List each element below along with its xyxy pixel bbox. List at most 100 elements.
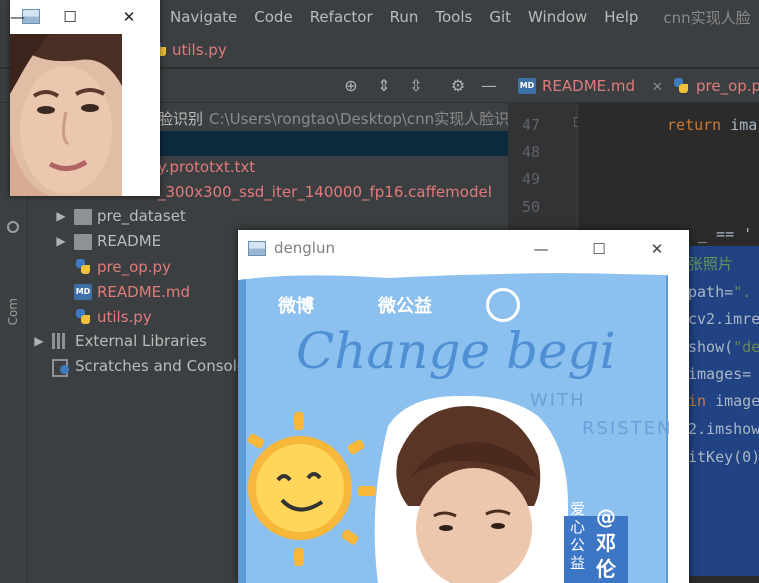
poster-slogan: Change begi xyxy=(296,322,616,380)
tree-item-scratches[interactable]: Scratches and Consoles xyxy=(52,354,254,378)
poster-sub-persistence: RSISTEN xyxy=(582,418,673,439)
project-root[interactable]: 脸识别 C:\Users\rongtao\Desktop\cnn实现人脸识别 xyxy=(158,108,524,129)
folder-icon xyxy=(74,209,92,225)
tree-item-caffemodel[interactable]: _300x300_ssd_iter_140000_fp16.caffemodel xyxy=(158,180,492,204)
tree-item-utils[interactable]: utils.py xyxy=(74,305,152,329)
menu-refactor[interactable]: Refactor xyxy=(310,8,373,26)
menu-code[interactable]: Code xyxy=(254,8,292,26)
locate-icon[interactable]: ⊕ xyxy=(340,75,362,97)
maximize-button[interactable]: ☐ xyxy=(584,237,614,261)
cropped-face-window: — ☐ ✕ xyxy=(10,0,160,196)
code-keyword: return xyxy=(667,116,722,134)
tab-label: pre_op.p xyxy=(696,77,759,95)
weigongyi-logo: 微公益 xyxy=(378,296,432,317)
tree-item-pre-dataset[interactable]: ▶ pre_dataset xyxy=(54,204,186,228)
tab-label: README.md xyxy=(542,77,636,95)
tab-readme-md[interactable]: MD README.md ✕ xyxy=(508,69,663,103)
tree-item-readme-folder[interactable]: ▶ README xyxy=(54,229,161,253)
window-title: cnn实现人脸 xyxy=(663,8,751,27)
cropped-face-titlebar[interactable]: — ☐ ✕ xyxy=(10,0,160,34)
code-line-54: cv2.imre xyxy=(688,310,759,328)
python-file-icon xyxy=(672,78,690,94)
code-identifier: ima xyxy=(721,116,758,134)
app-icon xyxy=(248,241,266,256)
chevron-right-icon[interactable]: ▶ xyxy=(54,229,68,253)
tree-item-prototxt[interactable]: y.prototxt.txt xyxy=(158,155,255,179)
code-line-59: itKey(0) xyxy=(688,448,759,466)
code-line-52: 张照片 xyxy=(688,255,734,273)
menu-git[interactable]: Git xyxy=(489,8,511,26)
line-number: 50 xyxy=(521,198,540,216)
menu-run[interactable]: Run xyxy=(390,8,419,26)
code-line-51: _ == ' xyxy=(698,225,753,243)
hide-icon[interactable]: — xyxy=(478,75,500,97)
breadcrumb[interactable]: utils.py xyxy=(150,41,227,59)
poster-image: 微博 微公益 Change begi WITH RSISTEN 爱心公益 @邓伦 xyxy=(238,266,689,583)
code-string: "de xyxy=(733,338,759,356)
code-identifier: image xyxy=(706,392,759,410)
project-root-name: 脸识别 xyxy=(158,110,204,128)
tree-item-label: README xyxy=(97,232,162,250)
tree-item-pre-op[interactable]: pre_op.py xyxy=(74,255,171,279)
tree-item-label: External Libraries xyxy=(75,332,207,350)
chevron-right-icon[interactable]: ▶ xyxy=(32,329,46,353)
maximize-button[interactable]: ☐ xyxy=(57,6,83,28)
markdown-file-icon: MD xyxy=(74,284,92,300)
menu-tools[interactable]: Tools xyxy=(435,8,472,26)
tab-pre-op[interactable]: pre_op.p xyxy=(662,69,759,103)
code-keyword: in xyxy=(688,392,707,410)
poster-at-name: @邓伦 xyxy=(596,505,616,581)
tree-item-label: README.md xyxy=(97,283,191,301)
python-file-icon xyxy=(74,259,92,275)
close-button[interactable]: ✕ xyxy=(642,237,672,261)
code-line-53: path=". xyxy=(688,283,751,301)
code-identifier: show( xyxy=(688,338,734,356)
collapse-all-icon[interactable]: ⇳ xyxy=(405,75,427,97)
chevron-right-icon[interactable]: ▶ xyxy=(54,204,68,228)
tree-item-external-libraries[interactable]: ▶ External Libraries xyxy=(32,329,207,353)
library-icon xyxy=(52,333,70,349)
weibo-logo: 微博 xyxy=(278,296,314,317)
cropped-face-image xyxy=(10,34,122,196)
globe-logo-icon xyxy=(486,288,520,322)
tree-item-label: pre_dataset xyxy=(97,207,186,225)
scratches-icon xyxy=(52,358,70,377)
editor-tabs: MD README.md ✕ pre_op.p xyxy=(508,69,759,103)
code-line-47: return ima xyxy=(667,116,757,134)
minimize-button[interactable]: — xyxy=(526,237,556,261)
code-identifier: path= xyxy=(688,283,734,301)
tree-item-label: y.prototxt.txt xyxy=(158,158,256,176)
line-number: 47 xyxy=(521,116,540,134)
code-line-58: 2.imshow xyxy=(688,420,759,438)
line-number: 49 xyxy=(521,170,540,188)
commit-tool-label[interactable]: Com xyxy=(6,298,20,325)
markdown-file-icon: MD xyxy=(518,78,536,94)
breadcrumb-file[interactable]: utils.py xyxy=(172,41,227,59)
window-title: denglun xyxy=(274,239,335,257)
line-number: 48 xyxy=(521,143,540,161)
expand-all-icon[interactable]: ⇕ xyxy=(373,75,395,97)
tree-item-label: utils.py xyxy=(97,308,152,326)
minimize-button[interactable]: — xyxy=(10,6,25,28)
menu-window[interactable]: Window xyxy=(528,8,587,26)
code-string: ". xyxy=(733,283,752,301)
close-button[interactable]: ✕ xyxy=(116,6,142,28)
menu-navigate[interactable]: Navigate xyxy=(170,8,237,26)
commit-icon[interactable] xyxy=(7,221,19,233)
menu-help[interactable]: Help xyxy=(604,8,638,26)
tree-item-label: _300x300_ssd_iter_140000_fp16.caffemodel xyxy=(158,183,492,201)
code-line-57: in image xyxy=(688,392,759,410)
tree-item-readme-md[interactable]: MD README.md xyxy=(74,280,190,304)
poster-side-text: 爱心公益 xyxy=(570,500,586,572)
project-root-path: C:\Users\rongtao\Desktop\cnn实现人脸识别 xyxy=(209,110,525,128)
face-photo xyxy=(10,34,122,196)
poster-sub-with: WITH xyxy=(530,390,586,411)
denglun-window: denglun — ☐ ✕ 微博 微公益 Change begi WITH RS… xyxy=(238,230,689,583)
python-file-icon xyxy=(74,309,92,325)
folder-icon xyxy=(74,234,92,250)
denglun-titlebar[interactable]: denglun — ☐ ✕ xyxy=(238,230,689,266)
tree-item-label: Scratches and Consoles xyxy=(75,357,254,375)
code-line-56: images= xyxy=(688,365,752,383)
gear-icon[interactable]: ⚙ xyxy=(447,75,469,97)
code-line-55: show("de xyxy=(688,338,759,356)
